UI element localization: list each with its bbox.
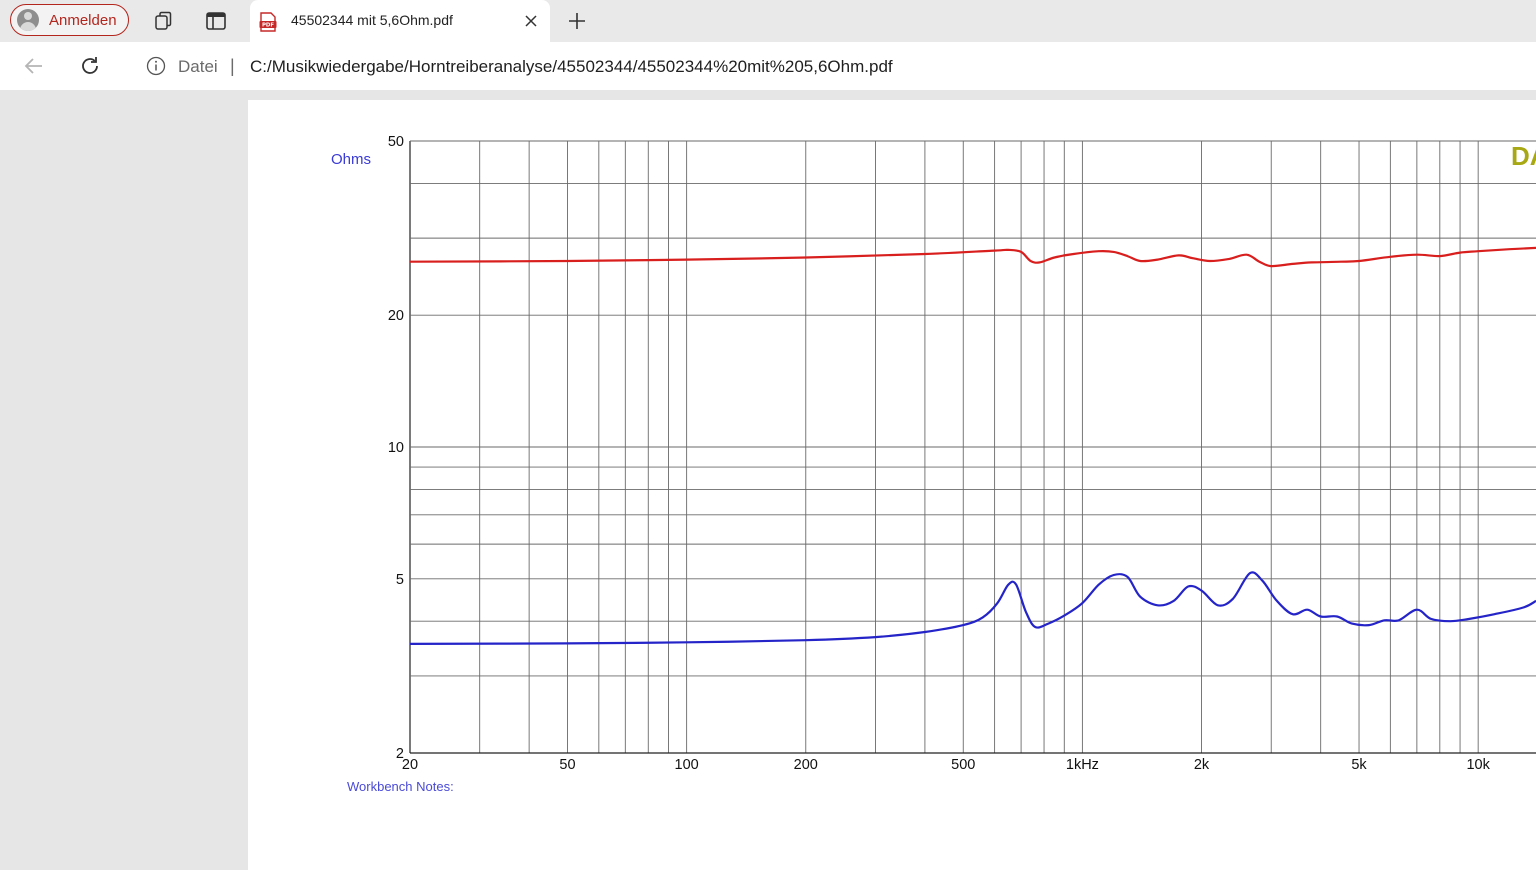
y-axis-label: Ohms	[331, 151, 372, 168]
scheme-separator: |	[230, 56, 235, 76]
x-tick-labels: 20 50 100 200 500 1kHz 2k 5k 10k	[402, 757, 1491, 773]
impedance-chart: 20 50 100 200 500 1kHz 2k 5k 10k 50 20 10 5 2	[388, 134, 1536, 773]
pdf-icon: PDF	[259, 12, 277, 32]
x-tick-label: 5k	[1351, 757, 1367, 773]
close-icon[interactable]	[522, 12, 540, 30]
profile-label: Anmelden	[49, 11, 117, 29]
x-tick-label: 1kHz	[1066, 757, 1099, 773]
x-tick-label: 10k	[1466, 757, 1490, 773]
y-tick-label: 20	[388, 308, 404, 324]
svg-text:PDF: PDF	[262, 23, 274, 29]
chart-series	[409, 246, 1536, 645]
x-tick-label: 100	[675, 757, 699, 773]
series-line-impedance	[409, 571, 1536, 645]
y-tick-labels: 50 20 10 5 2	[388, 134, 404, 762]
avatar	[17, 9, 39, 31]
corner-logo-text: DA	[1511, 141, 1536, 171]
y-tick-label: 50	[388, 134, 404, 150]
y-tick-label: 2	[396, 746, 404, 762]
horizontal-gridlines	[410, 140, 1536, 754]
back-icon[interactable]	[22, 54, 46, 78]
vertical-tabs-icon[interactable]	[205, 10, 227, 32]
reload-icon[interactable]	[78, 54, 102, 78]
scheme-label: Datei	[178, 57, 218, 76]
x-tick-label: 50	[559, 757, 575, 773]
address-bar: Datei | C:/Musikwiedergabe/Horntreiberan…	[0, 42, 1536, 90]
x-tick-label: 20	[402, 757, 418, 773]
profile-button[interactable]: Anmelden	[10, 4, 129, 36]
tab-title: 45502344 mit 5,6Ohm.pdf	[291, 12, 453, 28]
y-tick-label: 5	[396, 572, 404, 588]
tab-bar: Anmelden PDF 45502344 mit 5,6Ohm.pdf	[0, 0, 1536, 42]
x-tick-label: 2k	[1194, 757, 1210, 773]
info-icon[interactable]	[146, 56, 166, 76]
y-tick-label: 10	[388, 440, 404, 456]
series-line-upper	[409, 246, 1536, 268]
url-field[interactable]: Datei | C:/Musikwiedergabe/Horntreiberan…	[126, 47, 1536, 85]
url-text[interactable]: C:/Musikwiedergabe/Horntreiberanalyse/45…	[250, 57, 893, 77]
x-tick-label: 500	[951, 757, 975, 773]
x-tick-label: 200	[794, 757, 818, 773]
new-tab-icon[interactable]	[566, 10, 588, 32]
tab-active[interactable]: PDF 45502344 mit 5,6Ohm.pdf	[250, 0, 550, 42]
workbench-notes-label: Workbench Notes:	[347, 779, 454, 794]
workspaces-icon[interactable]	[153, 10, 175, 32]
